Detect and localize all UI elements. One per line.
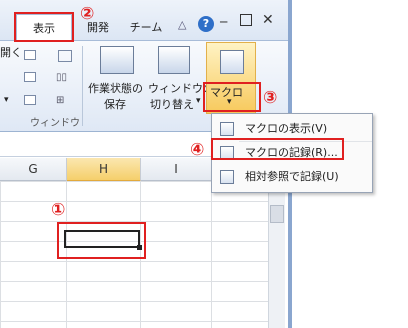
split-icon[interactable] — [58, 50, 72, 62]
annotation-number-3: ③ — [263, 88, 278, 108]
relative-reference-icon — [220, 170, 234, 184]
switch-window-label-2[interactable]: 切り替え — [150, 96, 194, 112]
annotation-box-record — [211, 138, 344, 160]
chevron-down-icon[interactable]: ▾ — [196, 96, 201, 106]
switch-window-icon[interactable] — [158, 46, 190, 74]
annotation-box-cell — [57, 222, 146, 259]
save-workspace-icon[interactable] — [100, 46, 134, 74]
menu-item-label: マクロの表示(V) — [245, 122, 328, 135]
help-icon[interactable]: ? — [198, 16, 214, 32]
group-divider — [82, 46, 83, 126]
column-header-g[interactable]: G — [0, 158, 67, 181]
window-new-icon[interactable] — [24, 50, 36, 60]
view-macros-icon — [220, 122, 234, 136]
restore-button[interactable] — [240, 14, 252, 26]
annotation-box-view-tab — [14, 12, 74, 42]
annotation-number-4: ④ — [190, 140, 205, 160]
menu-item-relative-reference[interactable]: 相対参照で記録(U) — [212, 166, 372, 188]
reset-position-icon[interactable]: ⊞ — [56, 95, 64, 106]
open-label[interactable]: 開く — [0, 44, 22, 60]
ribbon-minimize-icon[interactable]: △ — [178, 18, 192, 32]
column-header-i[interactable]: I — [141, 158, 212, 181]
grid-line — [211, 181, 212, 328]
freeze-panes-icon[interactable] — [24, 95, 36, 105]
close-button[interactable]: ✕ — [262, 12, 274, 28]
tab-team[interactable]: チーム — [124, 14, 168, 42]
view-side-icon[interactable]: ▯▯ — [56, 72, 67, 83]
macro-dropdown-icon: ▾ — [227, 97, 232, 107]
save-workspace-label-2[interactable]: 保存 — [104, 96, 126, 112]
scroll-thumb[interactable] — [270, 205, 284, 223]
menu-item-label: 相対参照で記録(U) — [245, 170, 339, 183]
window-arrange-icon[interactable] — [24, 72, 36, 82]
dropdown-icon[interactable]: ▾ — [4, 95, 9, 105]
group-window-label: ウィンドウ — [30, 118, 80, 129]
save-workspace-label-1[interactable]: 作業状態の — [88, 80, 143, 96]
macro-icon — [220, 50, 244, 74]
annotation-number-2: ② — [80, 4, 95, 24]
column-header-h[interactable]: H — [67, 158, 141, 182]
minimize-button[interactable]: ─ — [220, 15, 227, 29]
annotation-number-1: ① — [51, 200, 66, 220]
menu-item-view-macros[interactable]: マクロの表示(V) — [212, 118, 372, 140]
